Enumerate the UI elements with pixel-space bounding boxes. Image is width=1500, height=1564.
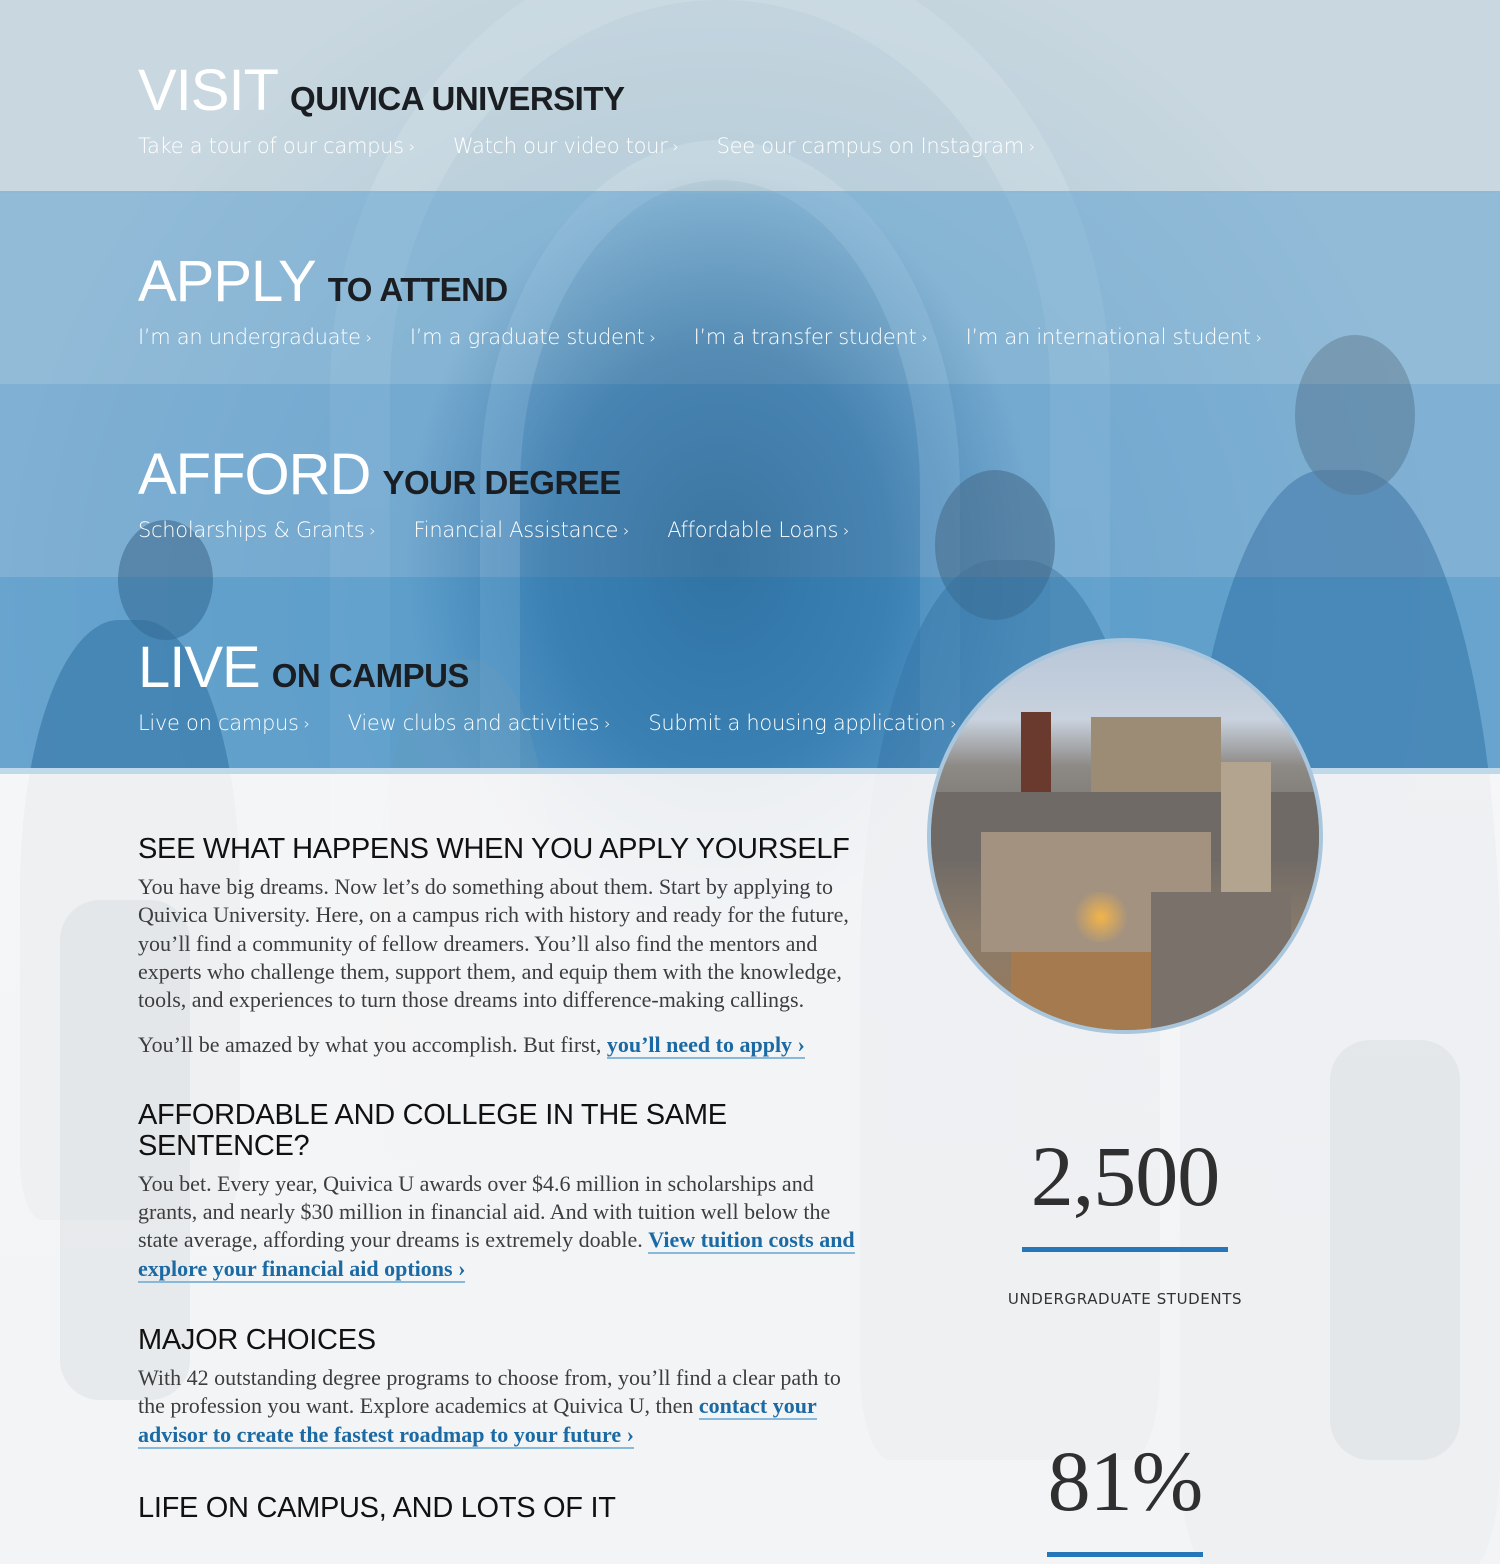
- chevron-right-icon: ›: [408, 137, 415, 156]
- section-body: With 42 outstanding degree programs to c…: [138, 1364, 868, 1449]
- live-links: Live on campus › View clubs and activitie…: [138, 711, 957, 735]
- stat-percentage: 81%: [975, 1438, 1275, 1557]
- chevron-right-icon: ›: [950, 714, 957, 733]
- link-label: Financial Assistance: [413, 518, 619, 542]
- live-on-campus-link[interactable]: Live on campus ›: [138, 711, 310, 735]
- life-on-campus-section: LIFE ON CAMPUS, AND LOTS OF IT: [138, 1491, 868, 1524]
- apply-yourself-section: SEE WHAT HAPPENS WHEN YOU APPLY YOURSELF…: [138, 834, 868, 1060]
- section-heading: SEE WHAT HAPPENS WHEN YOU APPLY YOURSELF: [138, 833, 850, 865]
- apply-heading: APPLY TO ATTEND: [138, 253, 508, 311]
- visit-band: VISIT QUIVICA UNIVERSITY Take a tour of o…: [0, 0, 1500, 193]
- chevron-right-icon: ›: [369, 521, 376, 540]
- apply-title-small: TO ATTEND: [327, 271, 509, 308]
- major-choices-section: MAJOR CHOICES With 42 outstanding degree…: [138, 1323, 868, 1449]
- instagram-link[interactable]: See our campus on Instagram ›: [716, 134, 1036, 158]
- video-tour-link[interactable]: Watch our video tour ›: [453, 134, 679, 158]
- main-content: SEE WHAT HAPPENS WHEN YOU APPLY YOURSELF…: [138, 834, 868, 1524]
- visit-links: Take a tour of our campus › Watch our vid…: [138, 134, 1035, 158]
- need-to-apply-link[interactable]: you’ll need to apply ›: [606, 1032, 805, 1060]
- clubs-link[interactable]: View clubs and activities ›: [348, 711, 611, 735]
- link-label: Affordable Loans: [667, 518, 839, 542]
- section-body: You bet. Every year, Quivica U awards ov…: [138, 1170, 868, 1283]
- stat-value: 2,500: [1030, 1128, 1221, 1224]
- stat-undergraduates: 2,500 UNDERGRADUATE STUDENTS: [975, 1133, 1275, 1308]
- chevron-right-icon: ›: [1255, 328, 1262, 347]
- live-heading: LIVE ON CAMPUS: [138, 639, 469, 697]
- chevron-right-icon: ›: [921, 328, 928, 347]
- financial-assistance-link[interactable]: Financial Assistance ›: [414, 518, 630, 542]
- cta-prefix: You’ll be amazed by what you accomplish.…: [138, 1032, 607, 1058]
- courtyard-light: [1071, 892, 1131, 942]
- chevron-right-icon: ›: [303, 714, 310, 733]
- section-heading: LIFE ON CAMPUS, AND LOTS OF IT: [138, 1491, 616, 1524]
- afford-band: AFFORD YOUR DEGREE Scholarships & Grants ›…: [0, 384, 1500, 577]
- link-label: I’m an undergraduate: [138, 325, 361, 349]
- chevron-right-icon: ›: [672, 137, 679, 156]
- section-heading: AFFORDABLE AND COLLEGE IN THE SAME SENTE…: [138, 1098, 727, 1162]
- apply-band: APPLY TO ATTEND I’m an undergraduate › I’m…: [0, 191, 1500, 384]
- live-title-big: LIVE: [138, 635, 261, 700]
- graduate-link[interactable]: I’m a graduate student ›: [410, 325, 656, 349]
- loans-link[interactable]: Affordable Loans ›: [667, 518, 849, 542]
- link-label: Watch our video tour: [452, 134, 668, 158]
- chevron-right-icon: ›: [623, 521, 630, 540]
- ghost-figure: [1330, 1040, 1460, 1460]
- afford-title-big: AFFORD: [138, 442, 371, 507]
- apply-title-big: APPLY: [138, 249, 317, 314]
- live-title-small: ON CAMPUS: [271, 657, 470, 694]
- chevron-right-icon: ›: [365, 328, 372, 347]
- transfer-link[interactable]: I’m a transfer student ›: [694, 325, 928, 349]
- section-body-cta: You’ll be amazed by what you accomplish.…: [138, 1031, 868, 1060]
- link-label: Scholarships & Grants: [138, 518, 365, 542]
- afford-heading: AFFORD YOUR DEGREE: [138, 446, 621, 504]
- affordable-section: AFFORDABLE AND COLLEGE IN THE SAME SENTE…: [138, 1098, 868, 1283]
- apply-links: I’m an undergraduate › I’m a graduate stu…: [138, 325, 1262, 349]
- visit-heading: VISIT QUIVICA UNIVERSITY: [138, 62, 625, 120]
- chevron-right-icon: ›: [604, 714, 611, 733]
- link-label: See our campus on Instagram: [716, 134, 1025, 158]
- link-label: I’m a transfer student: [693, 325, 917, 349]
- stat-accent-bar: [1047, 1552, 1203, 1557]
- slate-roof-shape: [1151, 892, 1291, 1030]
- afford-links: Scholarships & Grants › Financial Assista…: [138, 518, 850, 542]
- link-label: View clubs and activities: [347, 711, 600, 735]
- take-tour-link[interactable]: Take a tour of our campus ›: [138, 134, 415, 158]
- tower-shape: [1021, 712, 1051, 802]
- housing-application-link[interactable]: Submit a housing application ›: [648, 711, 956, 735]
- section-heading: MAJOR CHOICES: [138, 1323, 376, 1356]
- stat-label: UNDERGRADUATE STUDENTS: [1007, 1290, 1243, 1308]
- undergraduate-link[interactable]: I’m an undergraduate ›: [138, 325, 372, 349]
- visit-title-big: VISIT: [138, 58, 279, 123]
- international-link[interactable]: I’m an international student ›: [966, 325, 1262, 349]
- link-label: I’m a graduate student: [409, 325, 645, 349]
- chevron-right-icon: ›: [843, 521, 850, 540]
- visit-title-small: QUIVICA UNIVERSITY: [290, 80, 625, 117]
- scholarships-link[interactable]: Scholarships & Grants ›: [138, 518, 376, 542]
- link-label: Submit a housing application: [648, 711, 946, 735]
- chevron-right-icon: ›: [1028, 137, 1036, 156]
- section-body: You have big dreams. Now let’s do someth…: [138, 874, 849, 1013]
- chevron-right-icon: ›: [649, 328, 656, 347]
- link-label: Live on campus: [138, 711, 299, 735]
- stat-accent-bar: [1022, 1247, 1228, 1252]
- link-label: Take a tour of our campus: [138, 134, 404, 158]
- stat-value: 81%: [1047, 1433, 1204, 1529]
- afford-title-small: YOUR DEGREE: [382, 464, 621, 501]
- campus-aerial-photo: [927, 638, 1323, 1034]
- link-label: I’m an international student: [965, 325, 1251, 349]
